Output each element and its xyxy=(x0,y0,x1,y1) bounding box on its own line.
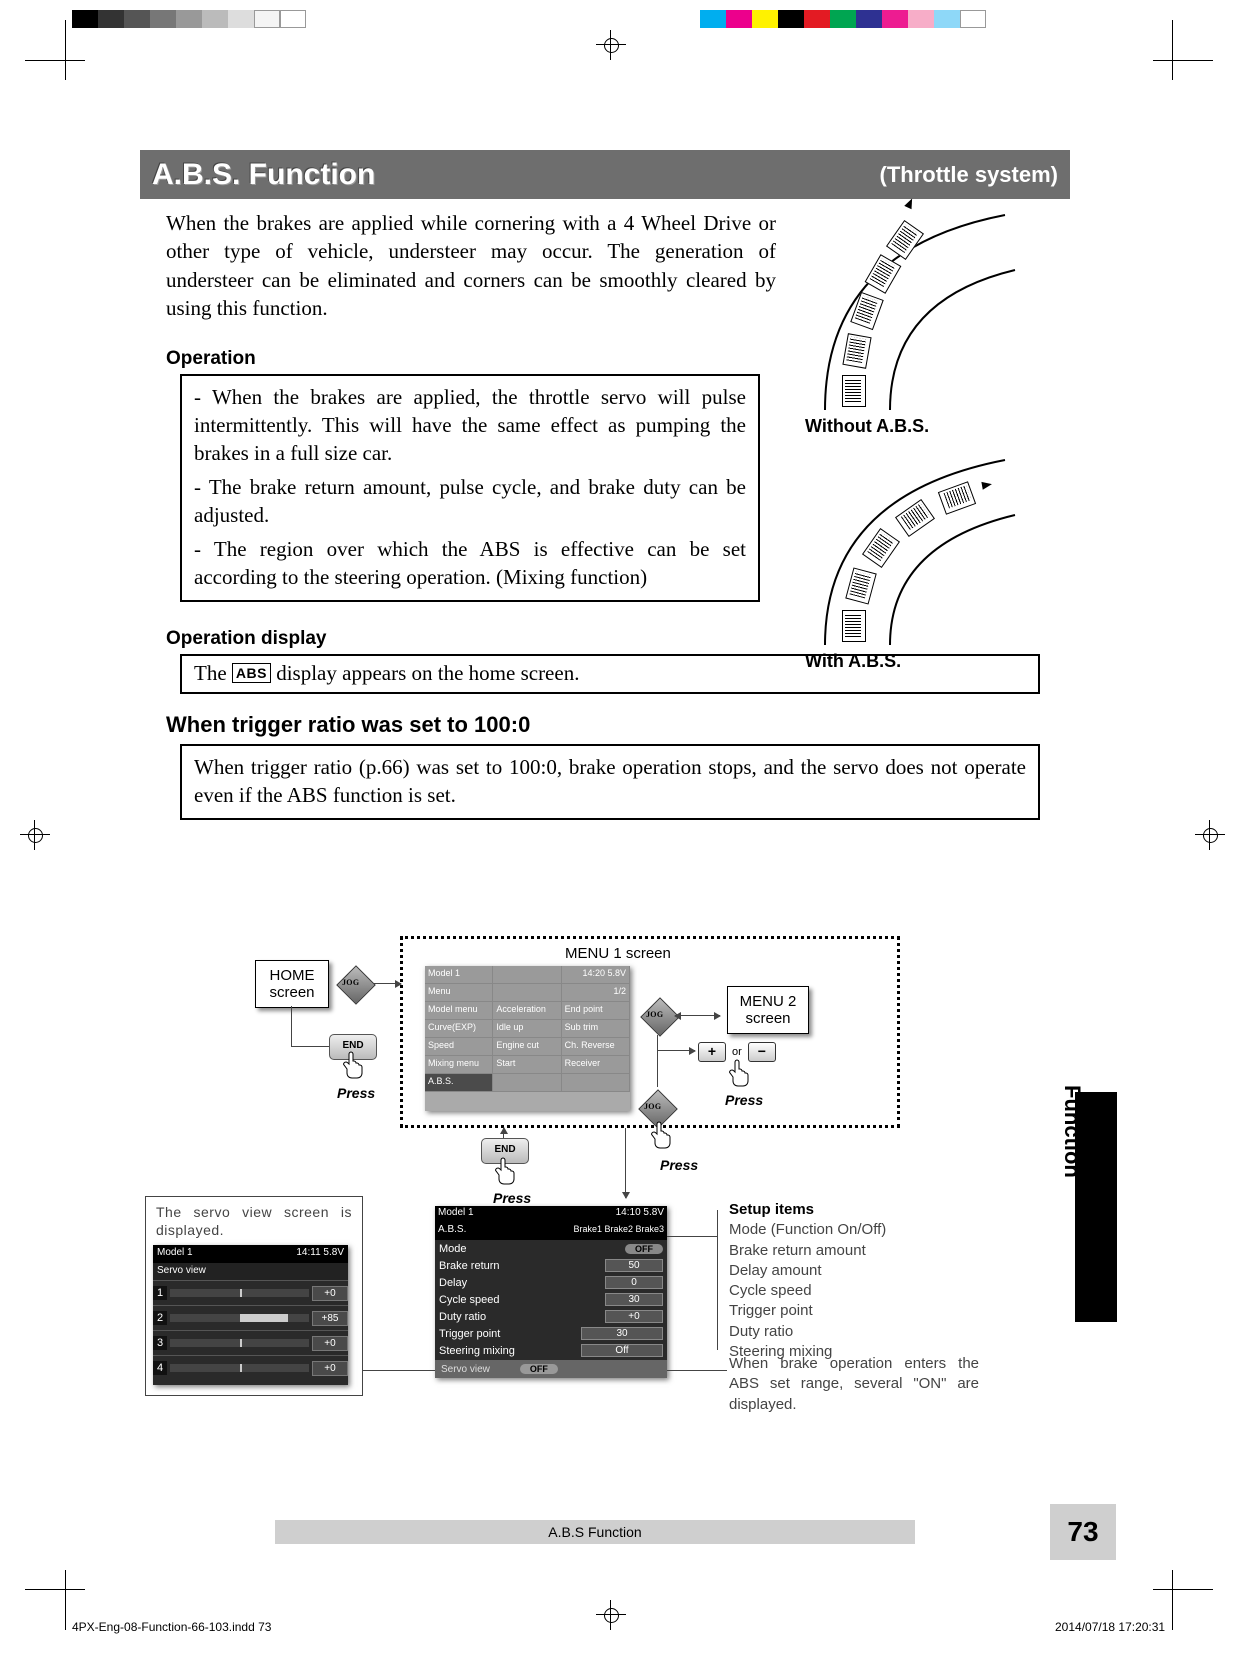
menu2-screen-box: MENU 2 screen xyxy=(727,986,809,1034)
setup-heading: Setup items xyxy=(729,1200,989,1220)
display-box: The ABS display appears on the home scre… xyxy=(180,654,1040,694)
jog-icon: JOG xyxy=(339,968,371,1000)
page-number: 73 xyxy=(1050,1504,1116,1560)
disp-post: display appears on the home screen. xyxy=(276,661,579,685)
imprint-file: 4PX-Eng-08-Function-66-103.indd 73 xyxy=(72,1620,271,1634)
on-note: When brake operation enters the ABS set … xyxy=(729,1354,979,1415)
or-label: or xyxy=(730,1046,744,1058)
imprint-timestamp: 2014/07/18 17:20:31 xyxy=(1055,1620,1165,1634)
abs-settings-screenshot: Model 114:10 5.8V A.B.S.Brake1 Brake2 Br… xyxy=(435,1206,667,1378)
menu1-caption: MENU 1 screen xyxy=(565,944,671,964)
illustration-with-abs: With A.B.S. xyxy=(805,450,1050,650)
hand-icon xyxy=(341,1050,367,1080)
home-screen-box: HOME screen xyxy=(255,960,329,1008)
illus-without-caption: Without A.B.S. xyxy=(805,416,929,437)
hand-icon-3 xyxy=(649,1120,675,1150)
intro-text: When the brakes are applied while corner… xyxy=(166,209,776,322)
jog-icon-2: JOG xyxy=(643,1000,675,1032)
center-mark-left xyxy=(20,820,50,850)
trigger-box: When trigger ratio (p.66) was set to 100… xyxy=(180,744,1040,820)
setup-items: Setup items Mode (Function On/Off) Brake… xyxy=(729,1200,989,1362)
hand-icon-4 xyxy=(493,1156,519,1186)
press-label-4: Press xyxy=(493,1190,531,1206)
press-label-2: Press xyxy=(725,1092,763,1108)
plus-button-icon: + xyxy=(698,1042,726,1062)
operation-box: - When the brakes are applied, the throt… xyxy=(180,374,760,601)
disp-pre: The xyxy=(194,661,232,685)
page-title: A.B.S. Function xyxy=(152,158,375,192)
illustration-without-abs: Without A.B.S. xyxy=(805,200,1050,415)
servo-note-text: The servo view screen is displayed. xyxy=(156,1203,352,1239)
op-p3: - The region over which the ABS is effec… xyxy=(194,536,746,592)
registration-greyscale xyxy=(72,10,306,28)
hand-icon-2 xyxy=(727,1058,753,1088)
side-tab-label: Function xyxy=(1059,1085,1085,1178)
servo-note-box: The servo view screen is displayed. Mode… xyxy=(145,1196,363,1396)
center-mark-right xyxy=(1195,820,1225,850)
press-label-1: Press xyxy=(337,1085,375,1101)
trigger-heading: When trigger ratio was set to 100:0 xyxy=(166,712,1070,738)
center-mark-top xyxy=(596,30,626,60)
navigation-diagram: MENU 1 screen HOME screen JOG Model 114:… xyxy=(145,910,1065,1470)
press-label-3: Press xyxy=(660,1157,698,1173)
menu1-screenshot: Model 114:20 5.8V Menu1/2 Model menuAcce… xyxy=(425,966,630,1111)
op-p1: - When the brakes are applied, the throt… xyxy=(194,384,746,468)
illus-with-caption: With A.B.S. xyxy=(805,651,901,672)
footer-title: A.B.S Function xyxy=(275,1520,915,1544)
page-subtitle: (Throttle system) xyxy=(880,162,1058,188)
registration-color xyxy=(700,10,986,28)
op-p2: - The brake return amount, pulse cycle, … xyxy=(194,474,746,530)
title-bar: A.B.S. Function (Throttle system) xyxy=(140,150,1070,199)
abs-chip: ABS xyxy=(232,663,271,684)
servo-view-screenshot: Model 114:11 5.8V Servo view 1+0 2+85 3+… xyxy=(153,1245,348,1385)
center-mark-bottom xyxy=(596,1600,626,1630)
